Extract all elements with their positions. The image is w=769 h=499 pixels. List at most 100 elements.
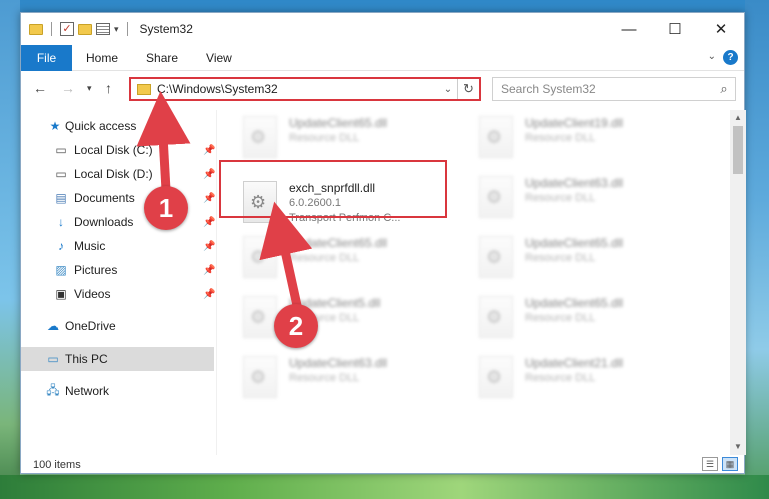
address-bar[interactable]: C:\Windows\System32 ⌄ ↻	[129, 77, 481, 101]
maximize-button[interactable]: ☐	[652, 13, 698, 45]
pin-icon[interactable]: 📌	[203, 217, 215, 228]
file-tile[interactable]: UpdateClient63.dll Resource DLL	[243, 352, 473, 408]
item-count: 100 items	[33, 459, 81, 471]
status-bar: 100 items ☰ ▦	[21, 455, 744, 475]
cloud-icon: ☁	[47, 319, 59, 333]
chevron-down-icon[interactable]: ⌄	[439, 84, 457, 95]
tab-home[interactable]: Home	[72, 45, 132, 71]
file-tile[interactable]: UpdateClient65.dll Resource DLL	[479, 232, 709, 288]
properties-check-icon[interactable]: ✓	[60, 22, 74, 36]
drive-icon: ▭	[55, 167, 67, 181]
sidebar-item-quick-access[interactable]: ★ Quick access	[21, 114, 214, 138]
file-type: Resource DLL	[289, 372, 360, 384]
folder-icon	[137, 83, 151, 95]
tiles-view-icon[interactable]: ▦	[722, 457, 738, 471]
file-name: UpdateClient65.dll	[289, 116, 388, 130]
pin-icon[interactable]: 📌	[203, 145, 215, 156]
pin-icon[interactable]: 📌	[203, 193, 215, 204]
pin-icon[interactable]: 📌	[203, 265, 215, 276]
tab-share[interactable]: Share	[132, 45, 192, 71]
drive-icon: ▭	[55, 143, 67, 157]
file-name: UpdateClient65.dll	[525, 236, 624, 250]
quick-access-toolbar: ✓ ▾	[29, 22, 132, 36]
ribbon-tabs: File Home Share View ⌄ ?	[21, 44, 744, 71]
refresh-icon[interactable]: ↻	[457, 79, 479, 99]
tab-view[interactable]: View	[192, 45, 246, 71]
expand-ribbon-icon[interactable]: ⌄	[708, 51, 716, 62]
sidebar-item-videos[interactable]: ▣ Videos 📌	[21, 282, 215, 306]
file-tile[interactable]: UpdateClient65.dll Resource DLL	[243, 232, 473, 288]
sidebar-item-label: Videos	[74, 287, 111, 301]
navigation-pane: ★ Quick access ▭ Local Disk (C:) 📌 ▭ Loc…	[21, 110, 216, 455]
minimize-button[interactable]: —	[606, 13, 652, 45]
toolbar-divider	[51, 22, 52, 36]
window-controls: — ☐ ✕	[606, 13, 744, 45]
help-icon[interactable]: ?	[723, 50, 738, 65]
file-type: Resource DLL	[525, 372, 596, 384]
highlight-box	[219, 160, 447, 218]
details-view-icon[interactable]: ☰	[702, 457, 718, 471]
file-name: UpdateClient63.dll	[289, 356, 388, 370]
file-tile[interactable]: UpdateClient63.dll Resource DLL	[479, 172, 709, 228]
sidebar-item-local-disk-c[interactable]: ▭ Local Disk (C:) 📌	[21, 138, 215, 162]
back-arrow-icon[interactable]: ←	[33, 80, 47, 96]
sidebar-item-pictures[interactable]: ▨ Pictures 📌	[21, 258, 215, 282]
pin-icon[interactable]: 📌	[203, 289, 215, 300]
pin-icon[interactable]: 📌	[203, 241, 215, 252]
dll-file-icon	[479, 296, 513, 338]
computer-icon: ▭	[47, 352, 59, 366]
dll-file-icon	[243, 236, 277, 278]
sidebar-item-label: Local Disk (D:)	[74, 167, 153, 181]
properties-icon[interactable]	[96, 23, 110, 35]
file-tile[interactable]: UpdateClient21.dll Resource DLL	[479, 352, 709, 408]
file-tile[interactable]: UpdateClient65.dll Resource DLL	[479, 292, 709, 348]
search-icon[interactable]: ⌕	[713, 81, 735, 97]
search-input[interactable]: Search System32	[493, 82, 713, 96]
folder-icon[interactable]	[29, 23, 43, 35]
dll-file-icon	[479, 176, 513, 218]
scroll-thumb[interactable]	[733, 126, 743, 174]
sidebar-item-music[interactable]: ♪ Music 📌	[21, 234, 215, 258]
recent-locations-icon[interactable]: ▾	[87, 83, 92, 94]
file-type: Resource DLL	[525, 252, 596, 264]
navigation-bar: ← → ▾ ↑ C:\Windows\System32 ⌄ ↻ Search S…	[21, 72, 744, 106]
sidebar-item-onedrive[interactable]: ☁ OneDrive	[21, 314, 214, 338]
sidebar-item-label: Local Disk (C:)	[74, 143, 153, 157]
sidebar-item-label: Quick access	[65, 119, 137, 133]
network-icon: 🖧	[46, 382, 60, 397]
file-name: UpdateClient63.dll	[525, 176, 624, 190]
sidebar-item-network[interactable]: 🖧 Network	[21, 379, 214, 403]
file-tile[interactable]: UpdateClient19.dll Resource DLL	[479, 112, 709, 168]
scroll-up-icon[interactable]: ▲	[730, 110, 746, 126]
sidebar-item-label: This PC	[65, 352, 108, 366]
step-1-badge: 1	[144, 186, 188, 230]
file-name: UpdateClient19.dll	[525, 116, 624, 130]
search-box[interactable]: Search System32 ⌕	[492, 77, 736, 101]
desktop-wallpaper-left	[0, 0, 20, 499]
title-bar: ✓ ▾ System32 — ☐ ✕	[21, 13, 744, 45]
scroll-down-icon[interactable]: ▼	[730, 439, 746, 455]
download-icon: ↓	[58, 215, 64, 229]
sidebar-item-local-disk-d[interactable]: ▭ Local Disk (D:) 📌	[21, 162, 215, 186]
star-icon: ★	[49, 119, 61, 133]
window-title: System32	[139, 22, 193, 36]
file-name: UpdateClient65.dll	[525, 296, 624, 310]
pin-icon[interactable]: 📌	[203, 169, 215, 180]
vertical-scrollbar[interactable]: ▲ ▼	[730, 110, 746, 455]
new-folder-icon[interactable]	[78, 23, 92, 35]
customize-toolbar-icon[interactable]: ▾	[114, 24, 119, 35]
file-name: UpdateClient65.dll	[289, 236, 388, 250]
forward-arrow-icon[interactable]: →	[61, 80, 75, 96]
sidebar-item-label: Pictures	[74, 263, 118, 277]
address-path[interactable]: C:\Windows\System32	[157, 82, 439, 96]
tab-file[interactable]: File	[21, 44, 72, 71]
close-button[interactable]: ✕	[698, 13, 744, 45]
sidebar-item-label: OneDrive	[65, 319, 116, 333]
sidebar-item-this-pc[interactable]: ▭ This PC	[21, 347, 214, 371]
up-arrow-icon[interactable]: ↑	[105, 80, 112, 96]
file-type: Resource DLL	[289, 252, 360, 264]
dll-file-icon	[479, 356, 513, 398]
sidebar-item-label: Downloads	[74, 215, 134, 229]
videos-icon: ▣	[55, 287, 67, 301]
file-type: Resource DLL	[525, 132, 596, 144]
